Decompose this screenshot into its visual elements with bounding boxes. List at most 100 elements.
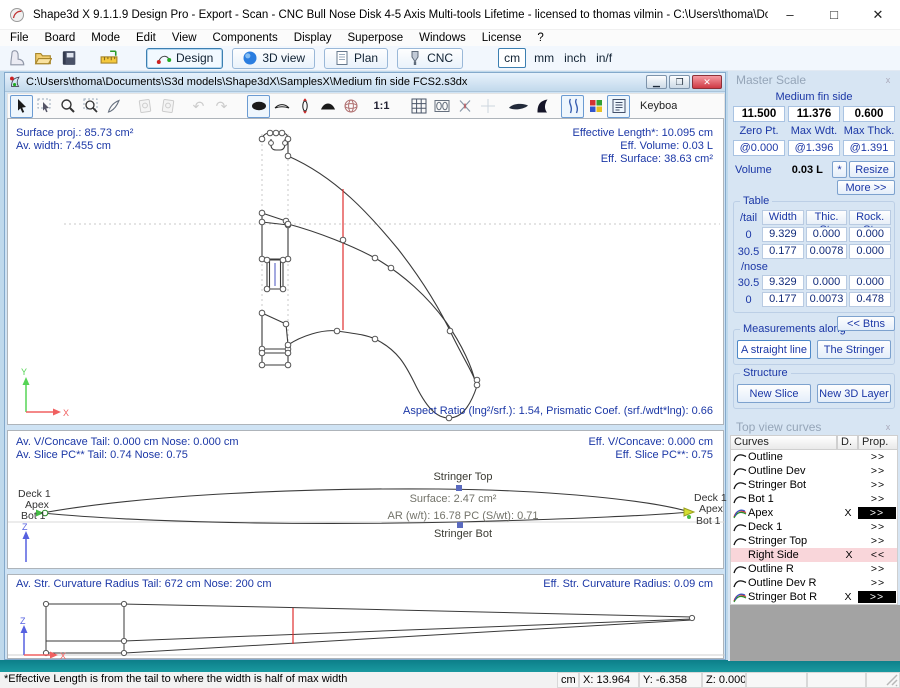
prop-button[interactable]: >> — [858, 591, 896, 603]
close-button[interactable]: ✕ — [856, 0, 900, 30]
stringer-top-handle[interactable] — [456, 485, 462, 491]
save-icon[interactable] — [58, 47, 80, 69]
doc-close-button[interactable]: ✕ — [692, 75, 722, 89]
prop-button[interactable]: >> — [859, 521, 897, 533]
cnc-mode-button[interactable]: CNC — [397, 48, 463, 69]
prop-button[interactable]: >> — [859, 479, 897, 491]
max-wdt-at[interactable]: @1.396 — [788, 140, 840, 156]
menu-board[interactable]: Board — [37, 32, 84, 44]
btns-toggle-button[interactable]: << Btns — [837, 316, 895, 331]
unit-mm-button[interactable]: mm — [529, 51, 559, 65]
curve-row-deck1[interactable]: Deck 1 >> — [731, 520, 897, 534]
menu-components[interactable]: Components — [205, 32, 286, 44]
menu-help[interactable]: ? — [529, 32, 551, 44]
list-panel-button[interactable] — [607, 95, 630, 118]
one-to-one-button[interactable]: 1:1 — [370, 95, 393, 118]
prop-button[interactable]: >> — [859, 563, 897, 575]
doc-restore-button[interactable]: ❐ — [669, 75, 690, 89]
slices-panel-button[interactable] — [430, 95, 453, 118]
fin-view-button[interactable] — [530, 95, 553, 118]
menu-edit[interactable]: Edit — [128, 32, 164, 44]
grid-button[interactable] — [407, 95, 430, 118]
curve-row-stringer-top[interactable]: Stringer Top >> — [731, 534, 897, 548]
curve-row-outline-dev[interactable]: Outline Dev >> — [731, 464, 897, 478]
prop-button[interactable]: << — [859, 549, 897, 561]
zoom-window-tool-button[interactable] — [79, 95, 102, 118]
master-scale-close-icon[interactable]: x — [882, 74, 894, 86]
redo-button[interactable]: ↷ — [210, 95, 233, 118]
new-3d-layer-button[interactable]: New 3D Layer — [817, 384, 891, 403]
new-slice-button[interactable]: New Slice — [737, 384, 811, 403]
menu-mode[interactable]: Mode — [83, 32, 128, 44]
unit-inch-button[interactable]: inch — [559, 51, 591, 65]
design-mode-button[interactable]: Design — [146, 48, 223, 69]
curve-row-bot1[interactable]: Bot 1 >> — [731, 492, 897, 506]
doc-minimize-button[interactable]: ▁ — [646, 75, 667, 89]
open-file-icon[interactable] — [32, 47, 54, 69]
width-header[interactable]: Width — [762, 210, 804, 225]
3d-view-mode-button[interactable]: 3D view — [232, 48, 315, 69]
menu-license[interactable]: License — [474, 32, 530, 44]
pointer-tool-button[interactable] — [10, 95, 33, 118]
more-button[interactable]: More >> — [837, 180, 895, 195]
d-column-header[interactable]: D. — [837, 435, 858, 450]
curves-panel-close-icon[interactable]: x — [882, 421, 894, 433]
profile-view-pane[interactable]: Z Av. V/Concave Tail: 0.000 cm Nose: 0.0… — [7, 430, 724, 569]
curve-row-outline[interactable]: Outline >> — [731, 450, 897, 464]
prop-button[interactable]: >> — [859, 535, 897, 547]
stringer-button[interactable]: The Stringer — [817, 340, 891, 359]
measure-tool-button[interactable] — [453, 95, 476, 118]
board-view-button[interactable] — [507, 95, 530, 118]
straight-line-button[interactable]: A straight line — [737, 340, 811, 359]
curve-row-outline-r[interactable]: Outline R >> — [731, 562, 897, 576]
prop-button[interactable]: >> — [859, 577, 897, 589]
slice-view-button[interactable] — [293, 95, 316, 118]
new-board-icon[interactable] — [6, 47, 28, 69]
document-titlebar[interactable]: C:\Users\thoma\Documents\S3d models\Shap… — [5, 73, 725, 92]
curvature-view-button[interactable] — [561, 95, 584, 118]
prop-button[interactable]: >> — [858, 507, 896, 519]
curve-row-apex[interactable]: Apex X >> — [731, 506, 897, 520]
max-thck-at[interactable]: @1.391 — [843, 140, 895, 156]
menu-view[interactable]: View — [164, 32, 205, 44]
resize-button[interactable]: Resize — [849, 161, 895, 178]
paste-tool-button[interactable] — [156, 95, 179, 118]
axes-cross-button[interactable] — [476, 95, 499, 118]
curve-row-stringer-bot[interactable]: Stringer Bot >> — [731, 478, 897, 492]
prop-button[interactable]: >> — [859, 493, 897, 505]
wireframe-view-button[interactable] — [339, 95, 362, 118]
deck-view-button[interactable] — [316, 95, 339, 118]
curve-row-outline-dev-r[interactable]: Outline Dev R >> — [731, 576, 897, 590]
curve-row-stringer-bot-r[interactable]: Stringer Bot R X >> — [731, 590, 897, 604]
scale-ruler-icon[interactable] — [98, 47, 120, 69]
curvature-view-pane[interactable]: Z X Av. Str. Curvature Radius Tail: 672 … — [7, 574, 724, 659]
width-value[interactable]: 11.376 — [788, 106, 840, 122]
outline-view-button[interactable] — [247, 95, 270, 118]
apex-right-marker[interactable] — [684, 508, 694, 516]
pan-tool-button[interactable] — [102, 95, 125, 118]
star-button[interactable]: * — [832, 161, 847, 178]
top-view-pane[interactable]: Y X Surface proj.: 85.73 cm² Av. width: … — [7, 118, 724, 425]
unit-inf-button[interactable]: in/f — [591, 51, 617, 65]
curves-column-header[interactable]: Curves — [730, 435, 837, 450]
color-settings-button[interactable] — [584, 95, 607, 118]
maximize-button[interactable]: □ — [812, 0, 856, 30]
minimize-button[interactable]: – — [768, 0, 812, 30]
rock-str-header[interactable]: Rock. Str — [849, 210, 891, 225]
unit-cm-button[interactable]: cm — [498, 48, 526, 68]
curve-row-right-side-selected[interactable]: Right Side X << — [731, 548, 897, 562]
rocker-view-button[interactable] — [270, 95, 293, 118]
length-value[interactable]: 11.500 — [733, 106, 785, 122]
prop-button[interactable]: >> — [859, 465, 897, 477]
thic-str-header[interactable]: Thic. Str — [806, 210, 848, 225]
menu-superpose[interactable]: Superpose — [339, 32, 411, 44]
menu-display[interactable]: Display — [286, 32, 340, 44]
undo-button[interactable]: ↶ — [187, 95, 210, 118]
prop-column-header[interactable]: Prop. — [858, 435, 898, 450]
select-zone-tool-button[interactable] — [33, 95, 56, 118]
resize-grip[interactable] — [866, 672, 900, 688]
copy-tool-button[interactable] — [133, 95, 156, 118]
menu-file[interactable]: File — [2, 32, 37, 44]
plan-mode-button[interactable]: Plan — [324, 48, 388, 69]
menu-windows[interactable]: Windows — [411, 32, 474, 44]
